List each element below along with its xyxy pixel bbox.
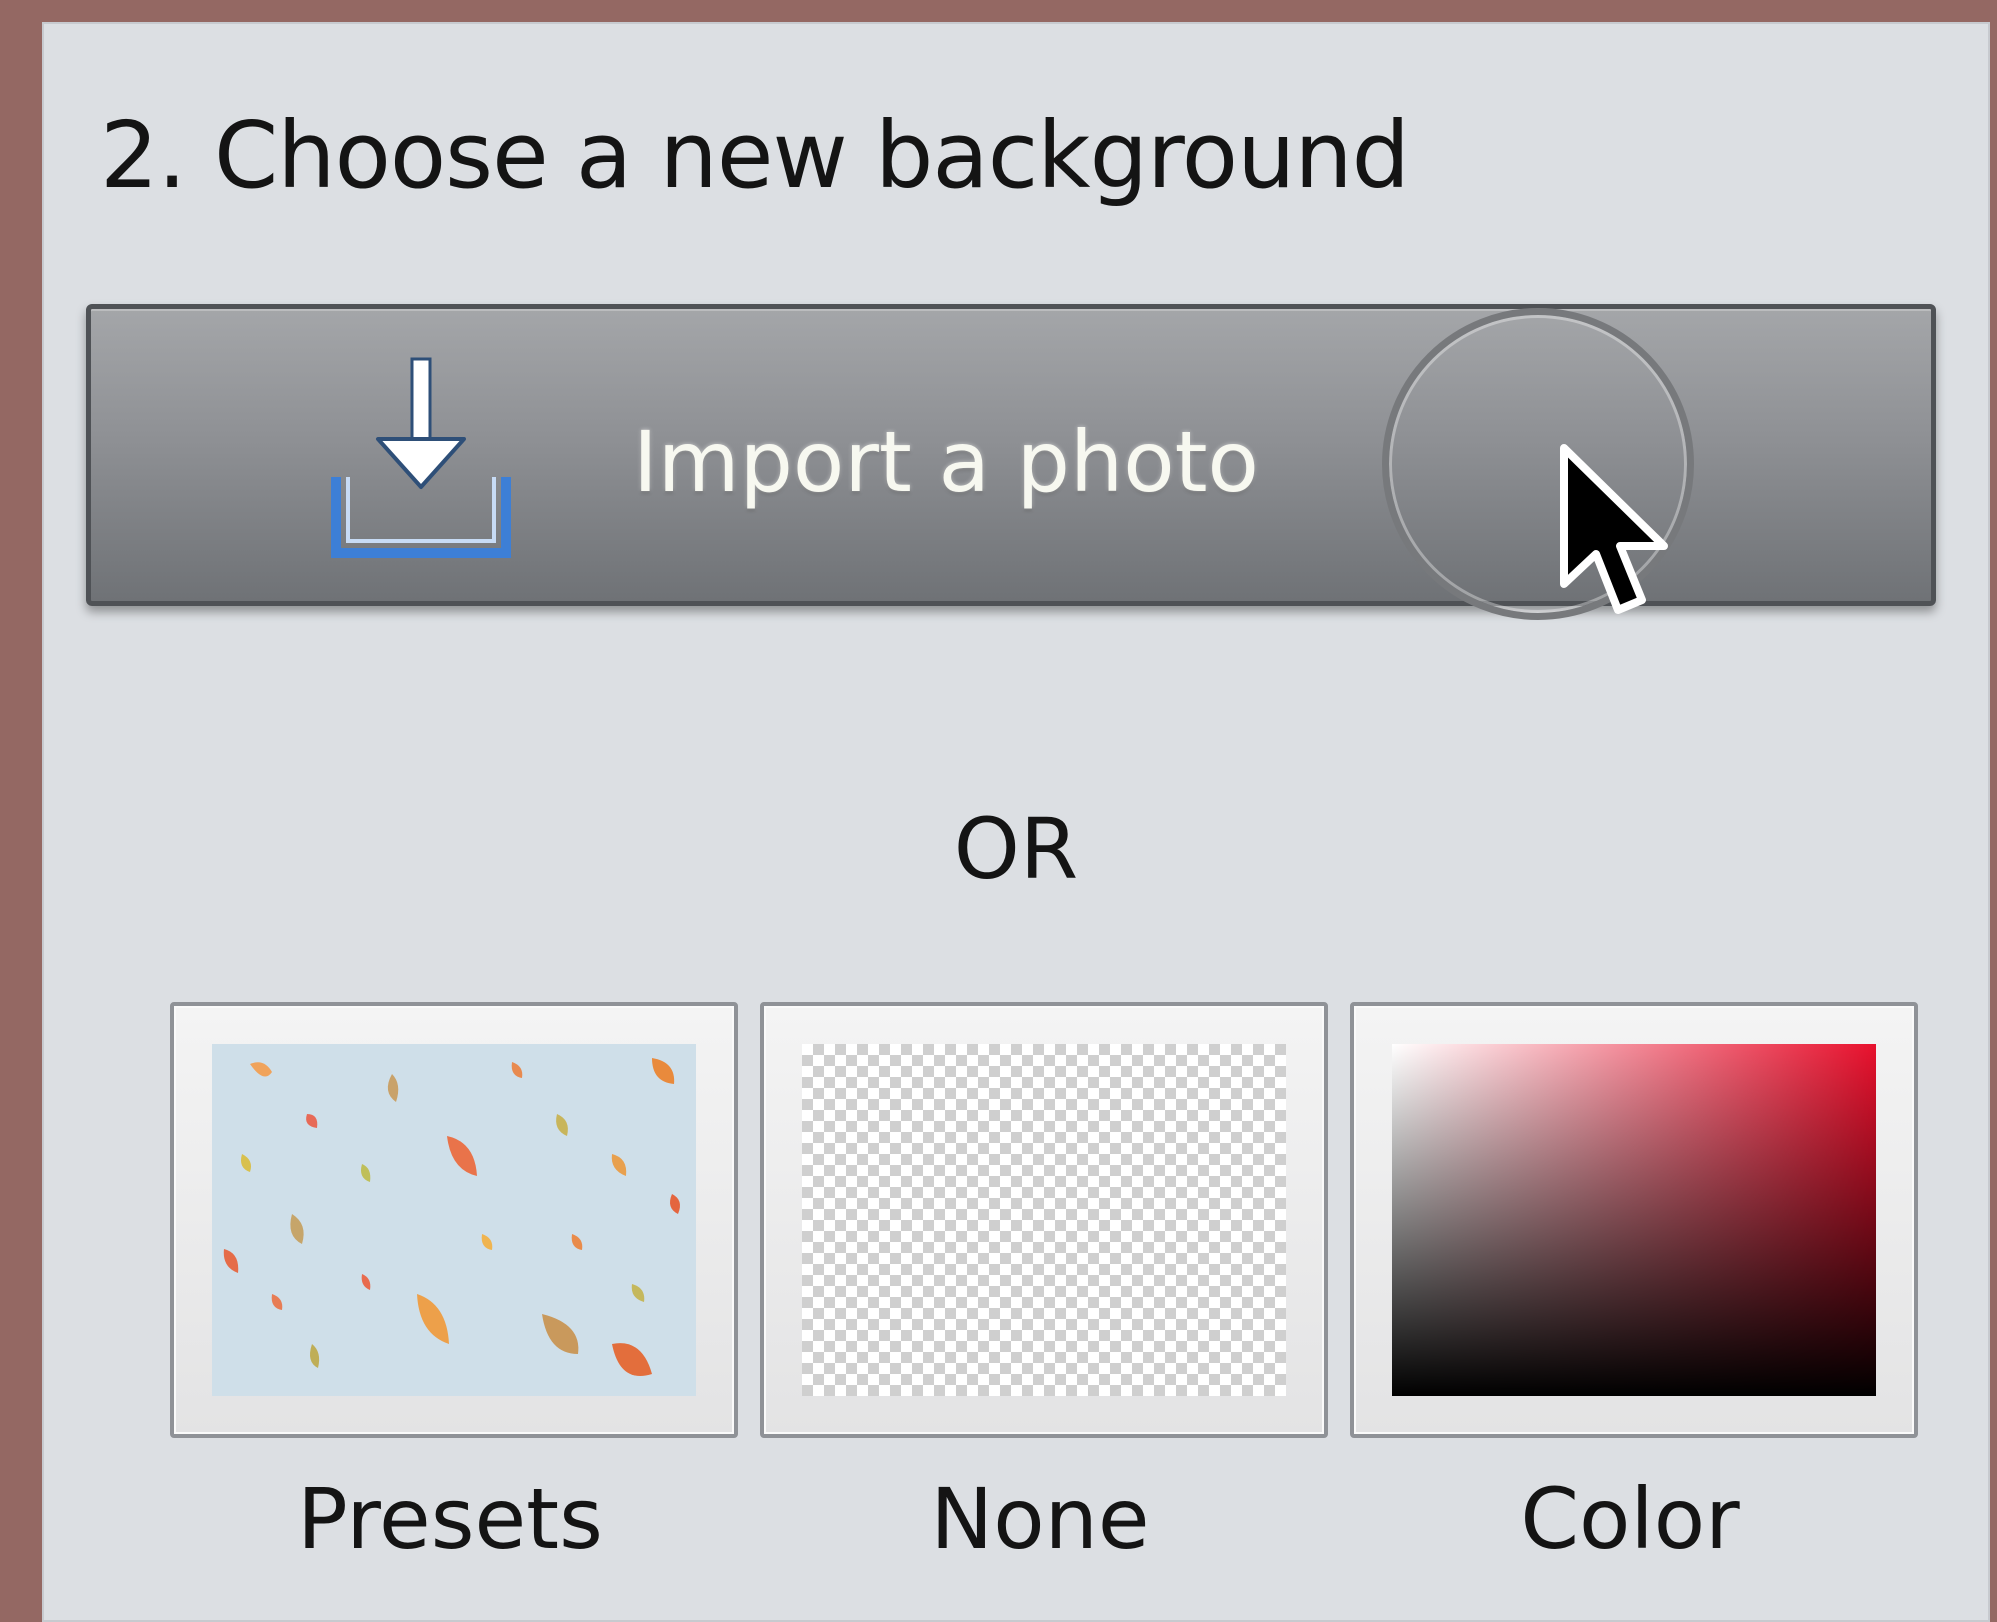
section-heading: 2. Choose a new background	[100, 102, 1410, 209]
color-label: Color	[1520, 1470, 1740, 1568]
import-icon	[331, 357, 511, 558]
color-gradient-icon	[1392, 1044, 1876, 1396]
none-label: None	[930, 1470, 1150, 1568]
presets-option[interactable]	[170, 1002, 738, 1438]
mouse-pointer-icon	[1560, 444, 1668, 614]
presets-label: Presets	[297, 1470, 603, 1568]
none-option[interactable]	[760, 1002, 1328, 1438]
import-photo-label: Import a photo	[633, 413, 1259, 511]
transparent-checkerboard-icon	[802, 1044, 1286, 1396]
or-separator: OR	[953, 800, 1079, 898]
presets-pattern-icon	[212, 1044, 696, 1396]
background-chooser-panel: 2. Choose a new background Import a phot…	[42, 22, 1990, 1622]
color-option[interactable]	[1350, 1002, 1918, 1438]
